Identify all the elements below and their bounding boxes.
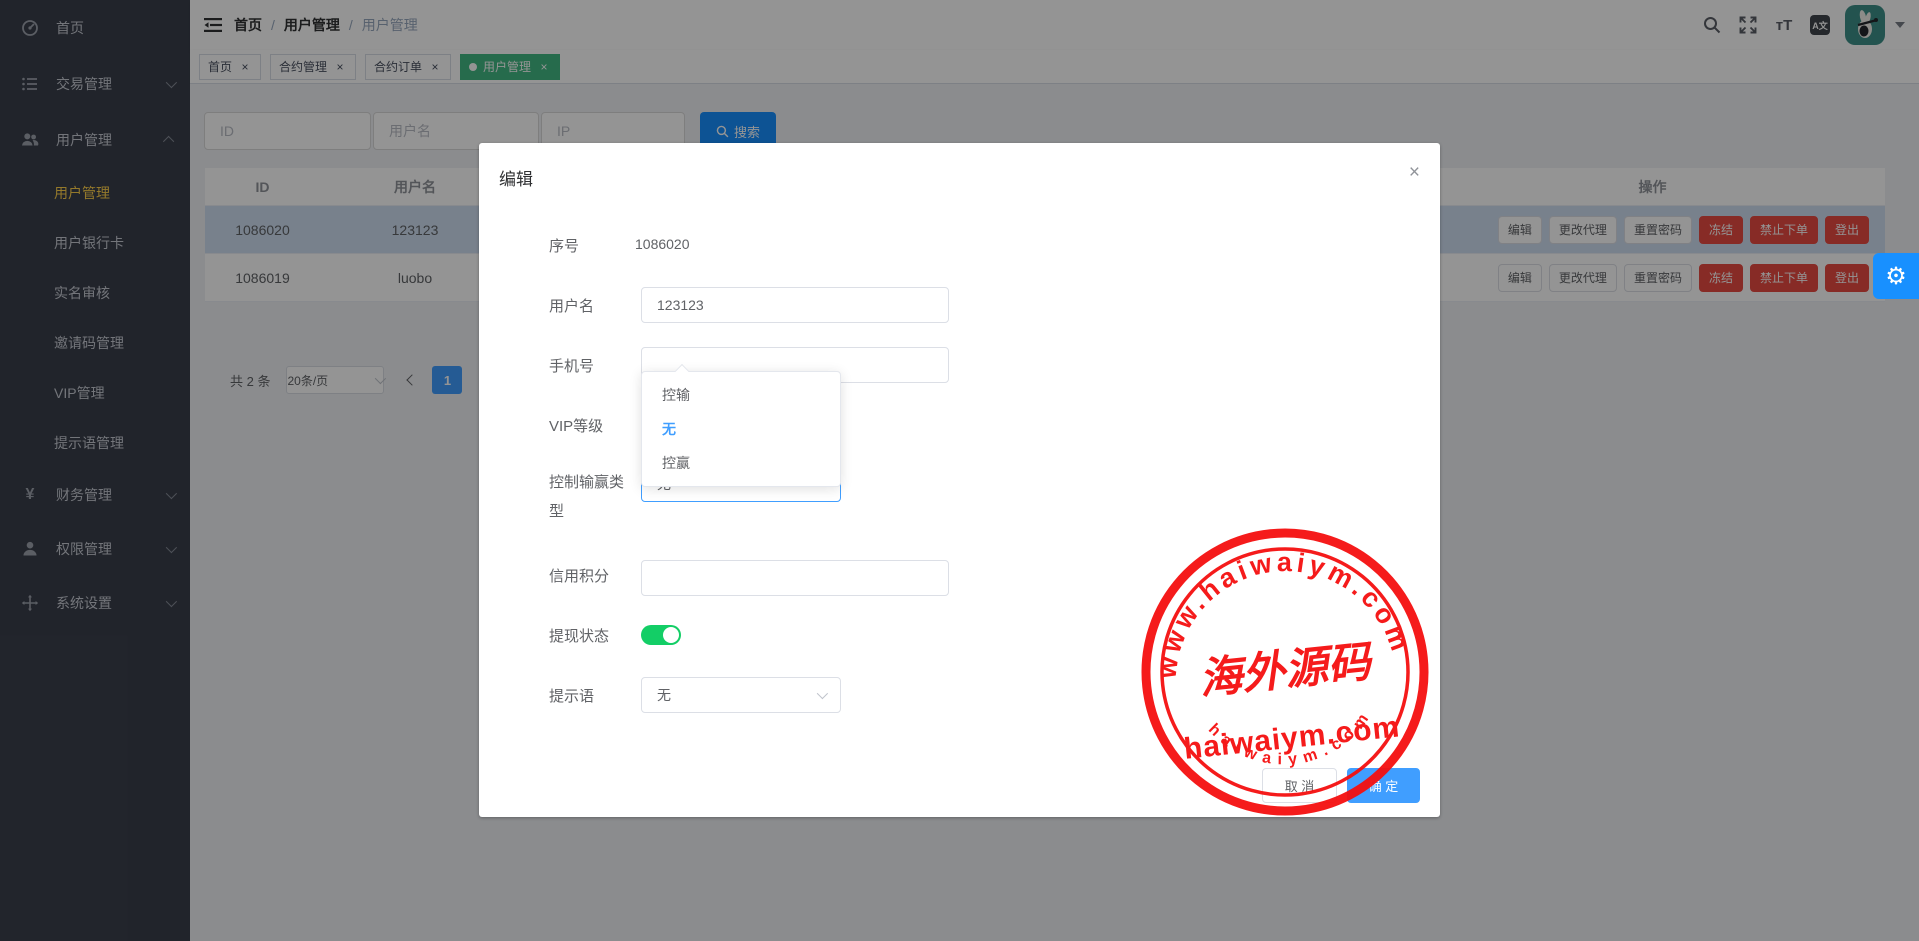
withdraw-toggle[interactable]	[641, 625, 681, 645]
vip-label: VIP等级	[549, 413, 633, 442]
edit-dialog: 编辑 × 序号 1086020 用户名 手机号 VIP等级 无 控制输赢类型 无…	[479, 143, 1440, 817]
credit-label: 信用积分	[549, 563, 633, 592]
dialog-title: 编辑	[499, 165, 533, 190]
tips-select-value: 无	[657, 685, 671, 705]
dropdown-option-control-win[interactable]: 控赢	[642, 446, 840, 480]
confirm-button[interactable]: 确 定	[1347, 768, 1420, 803]
withdraw-status-label: 提现状态	[549, 623, 633, 652]
username-label: 用户名	[549, 293, 633, 322]
serial-label: 序号	[549, 233, 633, 262]
credit-input[interactable]	[641, 560, 949, 596]
settings-gear-button[interactable]: ⚙	[1873, 253, 1919, 299]
gear-icon: ⚙	[1885, 262, 1907, 290]
username-input[interactable]	[641, 287, 949, 323]
close-icon[interactable]: ×	[1409, 163, 1420, 182]
tips-select[interactable]: 无	[641, 677, 841, 713]
dropdown-option-control-lose[interactable]: 控输	[642, 378, 840, 412]
tips-label: 提示语	[549, 683, 633, 712]
control-type-dropdown: 控输 无 控赢	[641, 371, 841, 487]
phone-label: 手机号	[549, 353, 633, 382]
dropdown-option-none[interactable]: 无	[642, 412, 840, 446]
cancel-button[interactable]: 取 消	[1262, 768, 1337, 803]
app-window: 首页 交易管理 用户管理 用户管理 用户银行卡 实名审核 邀请码管理 VIP管理…	[0, 0, 1919, 941]
control-type-label: 控制输赢类型	[549, 469, 633, 526]
chevron-down-icon	[817, 688, 828, 699]
serial-value: 1086020	[635, 236, 690, 252]
